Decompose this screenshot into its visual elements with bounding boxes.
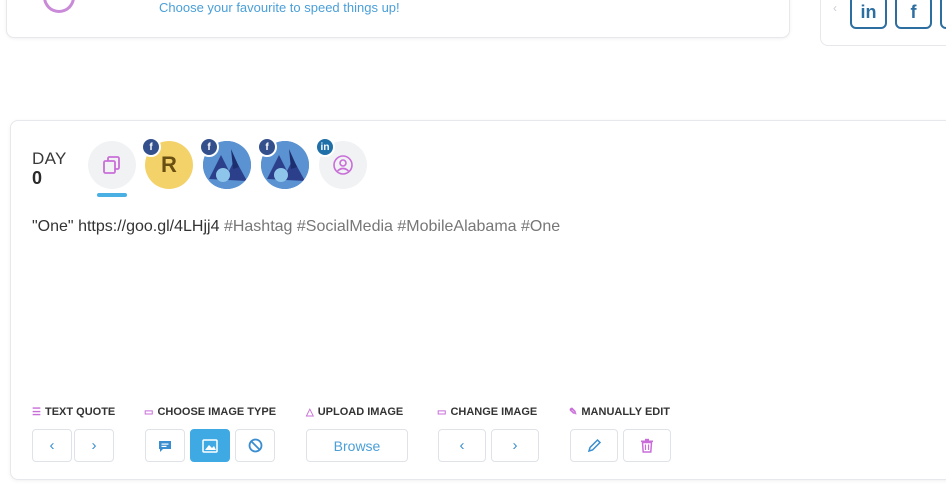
chevron-right-icon: ›: [512, 437, 518, 454]
copy-icon: [103, 156, 120, 174]
facebook-badge-icon: f: [199, 137, 219, 157]
pencil-icon: ✎: [569, 406, 578, 418]
linkedin-icon: in: [860, 1, 877, 22]
quote-prev-button[interactable]: ‹: [32, 429, 72, 462]
quote-next-button[interactable]: ›: [74, 429, 114, 462]
user-icon: [333, 155, 353, 175]
day-label: DAY: [32, 149, 67, 168]
chevron-right-icon: ›: [91, 437, 97, 454]
all-accounts-tab[interactable]: [88, 141, 136, 189]
image-prev-button[interactable]: ‹: [438, 429, 486, 462]
avatar-initial: R: [161, 152, 177, 177]
image-next-button[interactable]: ›: [491, 429, 539, 462]
facebook-icon: f: [910, 1, 917, 22]
favourites-hint: Choose your favourite to speed things up…: [159, 0, 400, 15]
manually-edit-label: ✎ MANUALLY EDIT: [569, 406, 671, 418]
image-type-photo-button[interactable]: [190, 429, 230, 462]
image-type-text-button[interactable]: [145, 429, 185, 462]
trash-icon: [641, 438, 653, 453]
post-hashtags: #Hashtag #SocialMedia #MobileAlabama #On…: [223, 218, 561, 235]
post-quote: "One": [32, 218, 74, 235]
chevron-left-icon: ‹: [49, 437, 55, 454]
upload-image-label: △ UPLOAD IMAGE: [306, 406, 404, 418]
post-url: https://goo.gl/4LHjj4: [78, 218, 220, 235]
image-icon: [202, 438, 218, 453]
facebook-badge-icon: f: [141, 137, 161, 157]
social-accounts-card: ‹ in f: [820, 0, 946, 46]
pencil-icon: [587, 438, 601, 453]
facebook-account-button[interactable]: f: [895, 0, 932, 29]
favourites-card: Choose your favourite to speed things up…: [6, 0, 790, 38]
active-tab-indicator: [97, 193, 127, 197]
chevron-left-icon: ‹: [459, 437, 465, 454]
text-lines-icon: ☰: [32, 406, 41, 418]
linkedin-account-button[interactable]: in: [850, 0, 887, 29]
edit-button[interactable]: [570, 429, 618, 462]
speech-bubble-icon: [159, 440, 171, 452]
favourite-ring-icon: [43, 0, 75, 13]
linkedin-badge-icon: in: [315, 137, 335, 157]
frame-icon: ▭: [437, 406, 447, 418]
upload-icon: △: [306, 406, 314, 418]
image-type-none-button[interactable]: [235, 429, 275, 462]
text-quote-label: ☰ TEXT QUOTE: [32, 406, 116, 418]
change-image-label: ▭ CHANGE IMAGE: [437, 406, 538, 418]
image-icon: ▭: [144, 406, 154, 418]
chevron-left-icon[interactable]: ‹: [833, 1, 837, 15]
no-image-icon: [248, 438, 262, 453]
day-number: 0: [32, 168, 43, 188]
post-text[interactable]: "One" https://goo.gl/4LHjj4 #Hashtag #So…: [32, 218, 560, 236]
choose-image-type-label: ▭ CHOOSE IMAGE TYPE: [144, 406, 277, 418]
post-editor-card: DAY 0 R f f f in "One" https://goo.gl/4L…: [10, 120, 946, 480]
delete-button[interactable]: [623, 429, 671, 462]
account-button-partial[interactable]: [940, 0, 946, 29]
facebook-badge-icon: f: [257, 137, 277, 157]
browse-button[interactable]: Browse: [306, 429, 408, 462]
